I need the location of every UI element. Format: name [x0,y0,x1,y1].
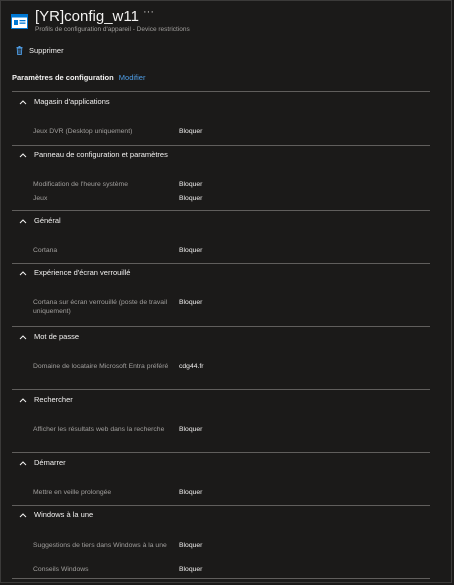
delete-button[interactable]: Supprimer [16,45,64,56]
setting-label: Cortana [33,247,58,254]
divider [12,145,430,146]
divider [12,452,430,453]
group-title: Panneau de configuration et paramètres [34,150,168,159]
divider [12,389,430,390]
trash-icon [16,46,23,55]
setting-value: Bloquer [179,566,203,573]
divider [12,263,430,264]
more-options-button[interactable]: ··· [143,6,154,18]
chevron-up-icon [19,218,27,223]
chevron-up-icon [19,152,27,157]
chevron-up-icon [19,270,27,275]
chevron-up-icon [19,460,27,465]
group-header-search[interactable]: Rechercher [19,395,73,404]
section-title: Paramètres de configuration [12,73,114,82]
setting-value: Bloquer [179,247,203,254]
setting-label: Domaine de locataire Microsoft Entra pré… [33,363,169,370]
delete-label: Supprimer [29,46,64,55]
divider [12,210,430,211]
setting-value: cdg44.fr [179,363,204,370]
group-title: Expérience d'écran verrouillé [34,268,131,277]
setting-label: Modification de l'heure système [33,181,128,188]
chevron-up-icon [19,334,27,339]
setting-value: Bloquer [179,181,203,188]
group-header-control-panel[interactable]: Panneau de configuration et paramètres [19,150,168,159]
setting-value: Bloquer [179,489,203,496]
setting-value: Bloquer [179,426,203,433]
group-header-app-store[interactable]: Magasin d'applications [19,97,110,106]
group-title: Général [34,216,61,225]
setting-label: Cortana sur écran verrouillé (poste de t… [33,299,168,315]
group-title: Démarrer [34,458,66,467]
setting-label: Conseils Windows [33,566,89,573]
chevron-up-icon [19,397,27,402]
setting-label: Mettre en veille prolongée [33,489,112,496]
setting-value: Bloquer [179,542,203,549]
page-subtitle: Profils de configuration d'appareil - De… [35,26,190,33]
group-header-lock-screen[interactable]: Expérience d'écran verrouillé [19,268,130,277]
group-title: Windows à la une [34,510,94,519]
setting-label: Jeux DVR (Desktop uniquement) [33,128,133,135]
config-profile-icon [11,14,28,29]
divider [12,91,430,92]
setting-label: Afficher les résultats web dans la reche… [33,426,165,433]
group-title: Magasin d'applications [34,97,110,106]
group-header-start[interactable]: Démarrer [19,458,66,467]
edit-link[interactable]: Modifier [119,73,146,82]
divider [12,505,430,506]
page-title: [YR]config_w11 [35,8,139,25]
chevron-up-icon [19,512,27,517]
setting-label: Jeux [33,195,48,202]
divider [12,578,430,579]
group-header-password[interactable]: Mot de passe [19,332,79,341]
setting-value: Bloquer [179,299,203,306]
setting-value: Bloquer [179,195,203,202]
chevron-up-icon [19,99,27,104]
section-heading: Paramètres de configuration Modifier [12,73,145,82]
group-header-general[interactable]: Général [19,216,61,225]
group-title: Rechercher [34,395,73,404]
group-title: Mot de passe [34,332,80,341]
group-header-windows-spotlight[interactable]: Windows à la une [19,510,93,519]
divider [12,326,430,327]
setting-label: Suggestions de tiers dans Windows à la u… [33,542,167,549]
setting-value: Bloquer [179,128,203,135]
